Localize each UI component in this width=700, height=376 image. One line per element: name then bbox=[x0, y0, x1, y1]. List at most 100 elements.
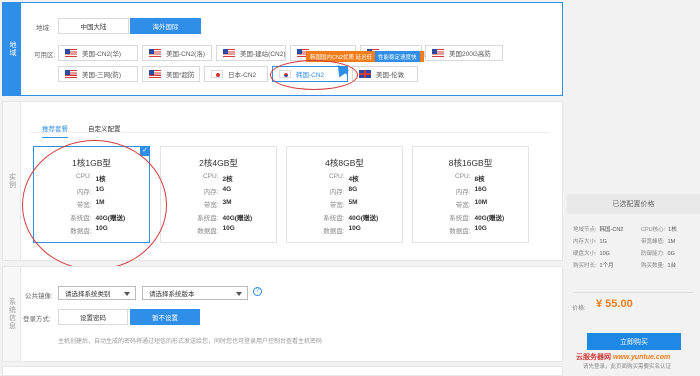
price-detail-item: 带宽峰值: 1M bbox=[641, 237, 675, 245]
zone-option-label: 美国-伦敦 bbox=[376, 72, 405, 79]
spec-key: 数据盘: bbox=[323, 228, 345, 235]
spec-value: 8核 bbox=[474, 176, 485, 183]
login-tip: 请先登录，此页面购买需要实名认证 bbox=[583, 364, 672, 370]
spec-card[interactable]: 2核4GB型 CPU: 2核 内存: 4G 带宽: 3M 系统盘: 40G(赠送) 数据盘: 10G bbox=[160, 146, 277, 243]
tab-recommended[interactable]: 推荐套餐 bbox=[42, 123, 68, 138]
spec-row: 内存: 8G bbox=[287, 186, 402, 196]
spec-row: 带宽: 1M bbox=[34, 199, 149, 209]
zone-option[interactable]: 美国-CN2(洛) bbox=[142, 45, 212, 61]
spec-key: 数据盘: bbox=[449, 228, 471, 235]
zone-option-label: 韩国-CN2 bbox=[296, 72, 325, 79]
spec-value: 40G(赠送) bbox=[222, 215, 253, 222]
image-label: 公共镜像: bbox=[25, 293, 53, 300]
zone-option[interactable]: 日本-CN2 bbox=[204, 66, 268, 82]
spec-row: 内存: 16G bbox=[413, 186, 528, 196]
area-label: 地域: bbox=[36, 25, 51, 32]
zone-option-label: 美国-CN2(华) bbox=[82, 51, 121, 58]
spec-value: 10G bbox=[474, 225, 487, 232]
spec-row: 数据盘: 10G bbox=[34, 225, 149, 235]
login-set-password-button[interactable]: 设置密码 bbox=[58, 309, 128, 325]
kr-flag-icon bbox=[279, 70, 291, 78]
chevron-down-icon bbox=[236, 292, 242, 296]
spec-value: 1G bbox=[95, 186, 105, 193]
spec-row: 带宽: 10M bbox=[413, 199, 528, 209]
spec-key: 内存: bbox=[329, 189, 345, 196]
price-label: 价格: bbox=[572, 306, 586, 312]
spec-row: 系统盘: 40G(赠送) bbox=[413, 212, 528, 222]
price-detail-key: CPU核心: bbox=[641, 227, 666, 233]
spec-key: 带宽: bbox=[76, 202, 92, 209]
price-detail-key: 硬盘大小: bbox=[573, 251, 597, 257]
spec-value: 4核 bbox=[348, 176, 359, 183]
zone-option[interactable]: 美国-建站(CN2) bbox=[216, 45, 286, 61]
price-detail-item: 内存大小: 1G bbox=[573, 237, 607, 245]
spec-row: 数据盘: 10G bbox=[161, 225, 276, 235]
chevron-down-icon bbox=[124, 292, 130, 296]
spec-key: 系统盘: bbox=[70, 215, 92, 222]
spec-key: 带宽: bbox=[455, 202, 471, 209]
zone-option-label: 美国200G高防 bbox=[449, 51, 491, 58]
spec-row: CPU: 8核 bbox=[413, 173, 528, 183]
price-detail-key: 防御能力: bbox=[641, 251, 665, 257]
login-skip-button[interactable]: 暂不设置 bbox=[130, 309, 200, 325]
spec-key: CPU: bbox=[75, 173, 92, 180]
price-value: ¥ 55.00 bbox=[596, 298, 633, 310]
spec-card[interactable]: 8核16GB型 CPU: 8核 内存: 16G 带宽: 10M 系统盘: 40G(赠送) 数据盘:… bbox=[412, 146, 529, 243]
us-flag-icon bbox=[432, 49, 444, 57]
spec-key: 带宽: bbox=[329, 202, 345, 209]
spec-key: 系统盘: bbox=[449, 215, 471, 222]
buy-now-button[interactable]: 立即购买 bbox=[587, 333, 681, 350]
price-detail-value: 韩国-CN2 bbox=[599, 227, 624, 233]
spec-row: 带宽: 5M bbox=[287, 199, 402, 209]
region-side-label: 地域 bbox=[3, 3, 21, 95]
spec-row: CPU: 4核 bbox=[287, 173, 402, 183]
price-detail-key: 带宽峰值: bbox=[641, 239, 665, 245]
zone-option[interactable]: 美国-伦敦 bbox=[352, 66, 418, 82]
price-detail-value: 1个月 bbox=[599, 263, 614, 269]
area-tab-mainland[interactable]: 中国大陆 bbox=[58, 18, 129, 34]
zone-tooltip: 韩国国内CN2优质 延迟低 性能稳定速度快 bbox=[306, 51, 424, 62]
spec-value: 10G bbox=[222, 225, 235, 232]
zone-option[interactable]: 美国*超防 bbox=[142, 66, 200, 82]
price-panel-header: 已选配置价格 bbox=[567, 194, 700, 214]
spec-card-title: 1核1GB型 bbox=[72, 158, 111, 168]
help-icon[interactable]: ? bbox=[253, 287, 262, 296]
spec-value: 40G(赠送) bbox=[474, 215, 505, 222]
spec-key: CPU: bbox=[202, 173, 219, 180]
spec-value: 2核 bbox=[222, 176, 233, 183]
spec-value: 40G(赠送) bbox=[348, 215, 379, 222]
spec-card-title: 2核4GB型 bbox=[199, 158, 238, 168]
price-divider bbox=[573, 292, 694, 293]
spec-value: 3M bbox=[222, 199, 232, 206]
price-detail-item: 防御能力: 0G bbox=[641, 249, 675, 257]
us-flag-icon bbox=[149, 70, 161, 78]
spec-value: 10G bbox=[348, 225, 361, 232]
spec-value: 4G bbox=[222, 186, 232, 193]
spec-key: CPU: bbox=[454, 173, 471, 180]
jp-flag-icon bbox=[211, 70, 223, 78]
spec-card[interactable]: 4核8GB型 CPU: 4核 内存: 8G 带宽: 5M 系统盘: 40G(赠送) 数据盘: 10G bbox=[286, 146, 403, 243]
zone-option-label: 美国-CN2(洛) bbox=[166, 51, 205, 58]
tab-custom-config[interactable]: 自定义配置 bbox=[88, 123, 121, 137]
zone-option[interactable]: 美国-三网(防) bbox=[58, 66, 138, 82]
spec-key: 带宽: bbox=[203, 202, 219, 209]
spec-row: CPU: 2核 bbox=[161, 173, 276, 183]
spec-key: 内存: bbox=[76, 189, 92, 196]
spec-key: 系统盘: bbox=[197, 215, 219, 222]
price-detail-item: CPU核心: 1核 bbox=[641, 225, 677, 233]
spec-card-title: 8核16GB型 bbox=[448, 158, 493, 168]
os-version-select[interactable]: 请选择系统版本 bbox=[142, 286, 248, 300]
spec-key: 内存: bbox=[203, 189, 219, 196]
spec-card-title: 4核8GB型 bbox=[325, 158, 364, 168]
system-side-label: 系统信息 bbox=[3, 267, 21, 361]
area-tab-overseas[interactable]: 海外国际 bbox=[130, 18, 201, 34]
os-type-select[interactable]: 请选择系统类别 bbox=[58, 286, 136, 300]
spec-row: 带宽: 3M bbox=[161, 199, 276, 209]
zone-option[interactable]: 美国-CN2(华) bbox=[58, 45, 138, 61]
spec-row: 系统盘: 40G(赠送) bbox=[34, 212, 149, 222]
price-detail-item: 购买时长: 1个月 bbox=[573, 261, 614, 269]
price-detail-value: 1核 bbox=[668, 227, 677, 233]
spec-card[interactable]: 1核1GB型 CPU: 1核 内存: 1G 带宽: 1M 系统盘: 40G(赠送) 数据盘: 10G… bbox=[33, 146, 150, 243]
spec-key: CPU: bbox=[328, 173, 345, 180]
zone-option[interactable]: 美国200G高防 bbox=[425, 45, 503, 61]
